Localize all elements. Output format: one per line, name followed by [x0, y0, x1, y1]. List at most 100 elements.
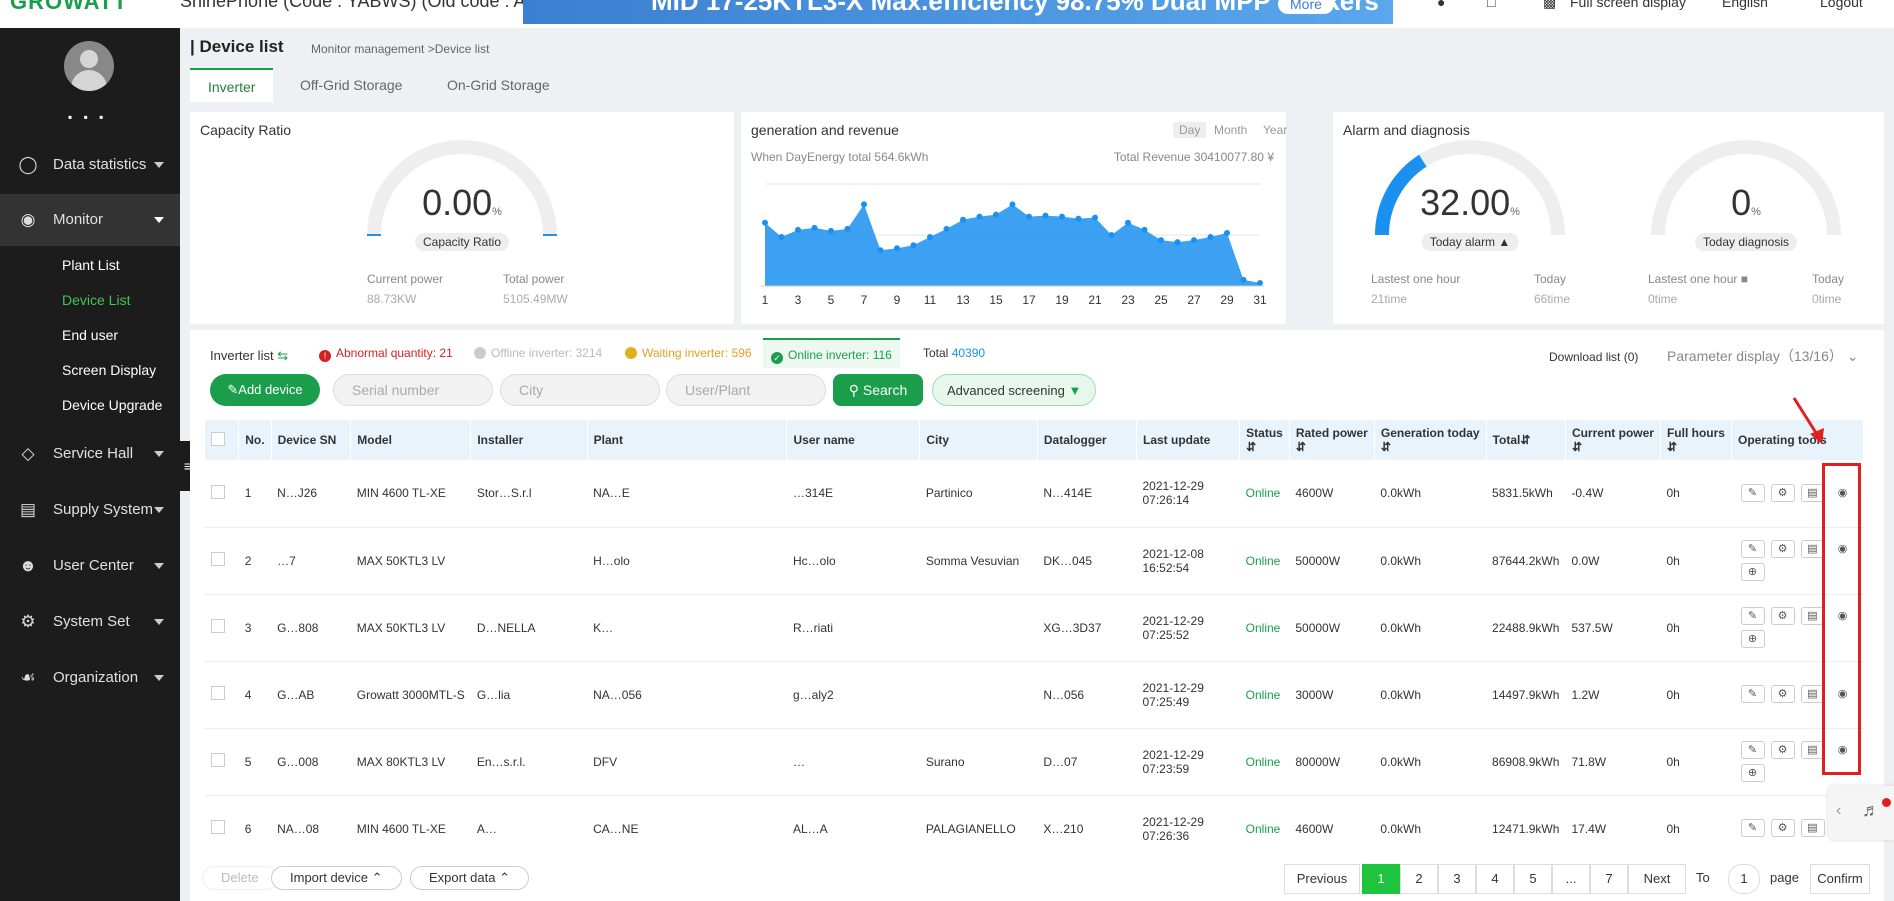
- gear-icon[interactable]: ⚙: [1770, 607, 1795, 625]
- sidebar-item-monitor[interactable]: ◉ Monitor: [0, 194, 180, 246]
- submenu-end-user[interactable]: End user: [62, 327, 118, 343]
- data-point[interactable]: [1191, 237, 1197, 244]
- data-point[interactable]: [1075, 215, 1082, 222]
- gear-icon[interactable]: ⚙: [1770, 741, 1795, 759]
- data-point[interactable]: [1158, 237, 1164, 244]
- data-point[interactable]: [1009, 201, 1016, 208]
- row-checkbox[interactable]: [211, 686, 225, 700]
- data-point[interactable]: [762, 219, 768, 226]
- abnormal-filter[interactable]: ! Abnormal quantity: 21: [319, 346, 453, 362]
- edit-icon[interactable]: ✎: [1740, 685, 1765, 703]
- data-point[interactable]: [943, 225, 950, 232]
- edit-icon[interactable]: ✎: [1740, 741, 1765, 759]
- import-device-button[interactable]: Import device ⌃: [271, 866, 402, 890]
- data-point[interactable]: [828, 227, 834, 234]
- table-row[interactable]: 5 G…008 MAX 80KTL3 LV En…s.r.l. DFV… Surano D……: [205, 728, 1864, 796]
- delete-button[interactable]: Delete: [202, 866, 278, 890]
- table-row[interactable]: 6 NA…08 MIN 4600 TL-XE A… CA…NE AL…A PALAGIANE…: [205, 795, 1864, 863]
- advanced-screening-button[interactable]: Advanced screening ▼: [932, 374, 1097, 406]
- col-current-power[interactable]: Current power ⇵: [1565, 420, 1661, 460]
- gear-icon[interactable]: ⚙: [1770, 685, 1795, 703]
- download-list-button[interactable]: Download list (0): [1549, 350, 1638, 364]
- row-checkbox[interactable]: [211, 484, 225, 499]
- submenu-device-upgrade[interactable]: Device Upgrade: [62, 397, 162, 413]
- data-point[interactable]: [894, 245, 900, 252]
- select-all-checkbox[interactable]: [211, 431, 225, 446]
- data-point[interactable]: [861, 201, 867, 208]
- row-checkbox[interactable]: [211, 619, 225, 633]
- promo-banner[interactable]: MID 17-25KTL3-X Max.efficiency 98.75% Du…: [523, 0, 1393, 24]
- document-icon[interactable]: ▤: [1800, 819, 1825, 837]
- language-select[interactable]: English: [1722, 0, 1768, 10]
- data-point[interactable]: [877, 247, 884, 254]
- sidebar-item-system-set[interactable]: ⚙ System Set: [0, 596, 180, 648]
- next-page-button[interactable]: Next: [1628, 864, 1686, 894]
- gear-icon[interactable]: ⚙: [1770, 540, 1795, 558]
- page-3-button[interactable]: 3: [1438, 864, 1476, 894]
- previous-page-button[interactable]: Previous: [1284, 864, 1360, 894]
- gear-icon[interactable]: ⚙: [1770, 483, 1795, 502]
- data-point[interactable]: [1174, 239, 1181, 246]
- tab-inverter[interactable]: Inverter: [190, 68, 274, 102]
- data-point[interactable]: [1125, 219, 1131, 226]
- fullscreen-link[interactable]: Full screen display: [1570, 0, 1686, 10]
- sidebar-item-supply-system[interactable]: ▤ Supply System: [0, 484, 180, 536]
- col-generation-today[interactable]: Generation today ⇵: [1374, 420, 1487, 460]
- data-point[interactable]: [1141, 226, 1148, 233]
- data-point[interactable]: [811, 224, 818, 231]
- data-point[interactable]: [1042, 212, 1049, 219]
- globe-icon[interactable]: ⊕: [1740, 630, 1765, 648]
- online-filter[interactable]: ✓ Online inverter: 116: [763, 338, 900, 368]
- offline-filter[interactable]: Offline inverter: 3214: [474, 346, 602, 360]
- document-icon[interactable]: ▤: [1800, 741, 1825, 759]
- table-row[interactable]: 3 G…808 MAX 50KTL3 LV D…NELLA K… R…riati XG…3D…: [205, 594, 1864, 662]
- globe-icon[interactable]: ⊕: [1740, 764, 1765, 782]
- select-all-header[interactable]: [205, 420, 240, 460]
- goto-page-input[interactable]: 1: [1728, 864, 1760, 894]
- data-point[interactable]: [1207, 234, 1214, 241]
- serial-number-input[interactable]: Serial number: [333, 374, 493, 406]
- logout-button[interactable]: Logout: [1820, 0, 1863, 10]
- page-5-button[interactable]: 5: [1514, 864, 1552, 894]
- page-7-button[interactable]: 7: [1590, 864, 1628, 894]
- data-point[interactable]: [1257, 279, 1263, 286]
- bell-icon[interactable]: ●: [1437, 0, 1445, 10]
- city-input[interactable]: City: [500, 374, 660, 406]
- period-year-button[interactable]: Year: [1263, 123, 1287, 137]
- sidebar-item-user-center[interactable]: ☻ User Center: [0, 540, 180, 592]
- data-point[interactable]: [1026, 213, 1032, 220]
- row-checkbox-cell[interactable]: [205, 460, 239, 528]
- row-checkbox[interactable]: [211, 552, 225, 566]
- table-row[interactable]: 4 G…AB Growatt 3000MTL-S G…lia NA…056 g…aly2 N…: [205, 661, 1864, 729]
- col-total[interactable]: Total⇵: [1486, 420, 1566, 460]
- row-checkbox-cell[interactable]: [205, 594, 239, 662]
- col-status[interactable]: Status ⇵: [1239, 420, 1290, 460]
- col-full-hours[interactable]: Full hours ⇵: [1660, 420, 1733, 460]
- data-point[interactable]: [993, 211, 999, 218]
- gear-icon[interactable]: ⚙: [1770, 819, 1795, 837]
- breadcrumb[interactable]: Monitor management >Device list: [311, 42, 489, 56]
- parameter-display-select[interactable]: Parameter display（13/16） ⌄: [1667, 346, 1859, 366]
- sidebar-item-service-hall[interactable]: ◇ Service Hall: [0, 428, 180, 480]
- floating-toolbar[interactable]: ‹ ♬: [1828, 786, 1894, 840]
- submenu-screen-display[interactable]: Screen Display: [62, 362, 156, 378]
- add-device-button[interactable]: ✎Add device: [210, 374, 320, 406]
- data-point[interactable]: [960, 216, 966, 223]
- data-point[interactable]: [1092, 214, 1098, 221]
- edit-icon[interactable]: ✎: [1740, 483, 1765, 502]
- data-point[interactable]: [1108, 232, 1115, 238]
- export-data-button[interactable]: Export data ⌃: [410, 866, 530, 890]
- tab-off-grid-storage[interactable]: Off-Grid Storage: [282, 68, 420, 102]
- document-icon[interactable]: ▤: [1800, 685, 1825, 703]
- data-point[interactable]: [1224, 229, 1230, 236]
- document-icon[interactable]: ▤: [1800, 483, 1825, 502]
- tab-on-grid-storage[interactable]: On-Grid Storage: [429, 68, 568, 102]
- submenu-device-list[interactable]: Device List: [62, 292, 130, 308]
- page-2-button[interactable]: 2: [1400, 864, 1438, 894]
- user-plant-input[interactable]: User/Plant: [666, 374, 826, 406]
- period-month-button[interactable]: Month: [1214, 123, 1247, 137]
- confirm-button[interactable]: Confirm: [1810, 864, 1870, 894]
- document-icon[interactable]: ▤: [1800, 540, 1825, 558]
- page-1-button[interactable]: 1: [1362, 864, 1400, 894]
- edit-icon[interactable]: ✎: [1740, 540, 1765, 558]
